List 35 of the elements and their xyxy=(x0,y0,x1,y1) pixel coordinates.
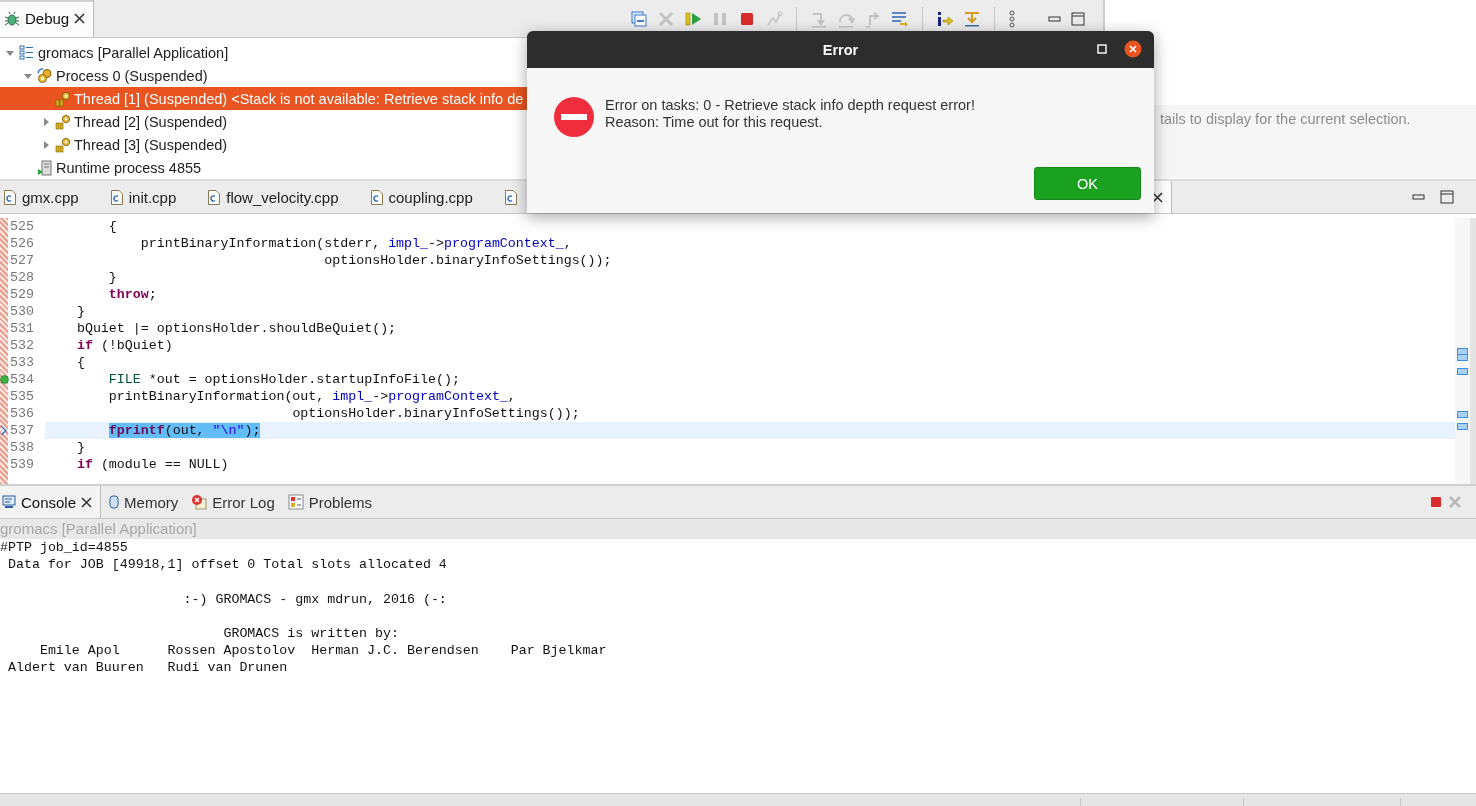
code-line: FILE *out = optionsHolder.startupInfoFile(); xyxy=(107,371,461,388)
details-message: tails to display for the current selection. xyxy=(1160,111,1411,127)
code-line: { xyxy=(75,354,86,371)
error-message: Error on tasks: 0 - Retrieve stack info depth request error! xyxy=(605,97,975,114)
line-number: 526 xyxy=(10,236,34,251)
line-number: 532 xyxy=(10,338,34,353)
code-line: if (!bQuiet) xyxy=(75,337,174,354)
code-line: bQuiet |= optionsHolder.shouldBeQuiet(); xyxy=(75,320,398,337)
line-number: 539 xyxy=(10,457,34,472)
line-number: 535 xyxy=(10,389,34,404)
code-line: printBinaryInformation(out, impl_->programContext_, xyxy=(107,388,517,405)
code-line: } xyxy=(75,439,86,456)
line-number: 533 xyxy=(10,355,34,370)
code-line: if (module == NULL) xyxy=(75,456,230,473)
line-number: 529 xyxy=(10,287,34,302)
line-number: 525 xyxy=(10,219,34,234)
dialog-title: Error xyxy=(822,41,859,58)
line-number: 528 xyxy=(10,270,34,285)
line-number: 537 xyxy=(10,423,34,438)
console-title: gromacs [Parallel Application] xyxy=(0,519,1476,539)
line-number: 538 xyxy=(10,440,34,455)
code-line: optionsHolder.binaryInfoSettings()); xyxy=(323,252,613,269)
line-number: 527 xyxy=(10,253,34,268)
code-line: optionsHolder.binaryInfoSettings()); xyxy=(291,405,581,422)
line-number: 536 xyxy=(10,406,34,421)
line-number: 530 xyxy=(10,304,34,319)
console-output: #PTP job_id=4855 Data for JOB [49918,1] offset 0 Total slots allocated 4 :-) GROMACS - gmx mdrun, 2016 (-: GROMACS is written by: Emile Apol Rossen Apostolov Herman J.C. Berendsen Par Bjelkmar Aldert van Buuren Rudi van Drunen xyxy=(0,539,608,677)
code-line: } xyxy=(107,269,118,286)
line-number: 534 xyxy=(10,372,34,387)
code-line: printBinaryInformation(stderr, impl_->programContext_, xyxy=(139,235,573,252)
line-number: 531 xyxy=(10,321,34,336)
code-line: } xyxy=(75,303,86,320)
code-line: throw; xyxy=(107,286,158,303)
error-reason: Reason: Time out for this request. xyxy=(605,114,824,131)
code-line: { xyxy=(107,218,118,235)
